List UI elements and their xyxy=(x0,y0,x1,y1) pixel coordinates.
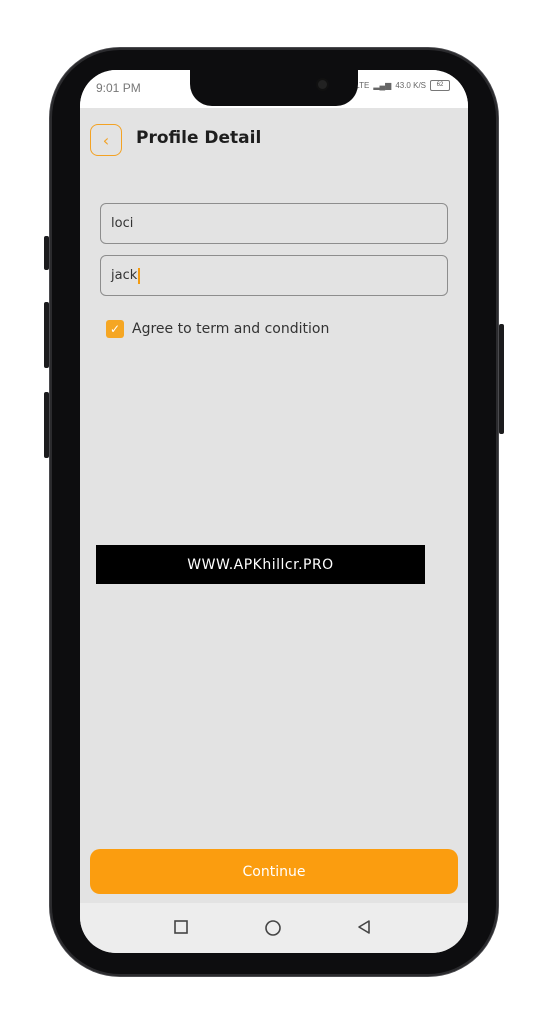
first-name-input[interactable]: loci xyxy=(100,203,448,244)
watermark-banner: WWW.APKhillcr.PRO xyxy=(96,545,425,584)
phone-side-button-volume-down xyxy=(44,392,49,458)
chevron-left-icon: ‹ xyxy=(102,130,110,150)
system-nav-bar xyxy=(80,903,468,953)
agree-label: Agree to term and condition xyxy=(132,321,330,337)
status-time: 9:01 PM xyxy=(96,81,141,95)
square-icon[interactable] xyxy=(173,919,189,939)
back-button[interactable]: ‹ xyxy=(90,124,122,156)
app-screen: 9:01 PM ▂▄▆ Vo LTE ▂▄▆ 43.0 K/S 62 ‹ Pro… xyxy=(80,70,468,953)
agree-terms-row[interactable]: ✓ Agree to term and condition xyxy=(106,320,329,338)
checkmark-icon: ✓ xyxy=(109,322,121,336)
phone-side-button-volume-up xyxy=(44,302,49,368)
triangle-back-icon[interactable] xyxy=(356,919,372,939)
camera-notch xyxy=(190,70,358,106)
continue-button[interactable]: Continue xyxy=(90,849,458,894)
circle-icon[interactable] xyxy=(264,919,282,941)
battery-icon: 62 xyxy=(430,80,450,91)
signal-icon-2: ▂▄▆ xyxy=(373,81,392,90)
page-title: Profile Detail xyxy=(136,128,262,148)
last-name-value: jack xyxy=(111,268,138,283)
phone-side-button-power xyxy=(499,324,504,434)
text-caret xyxy=(138,267,141,284)
agree-checkbox[interactable]: ✓ xyxy=(106,320,124,338)
phone-side-button-mute xyxy=(44,236,49,270)
camera-icon xyxy=(318,80,327,89)
network-speed: 43.0 K/S xyxy=(395,81,426,90)
first-name-value: loci xyxy=(111,216,134,231)
last-name-input[interactable]: jack xyxy=(100,255,448,296)
